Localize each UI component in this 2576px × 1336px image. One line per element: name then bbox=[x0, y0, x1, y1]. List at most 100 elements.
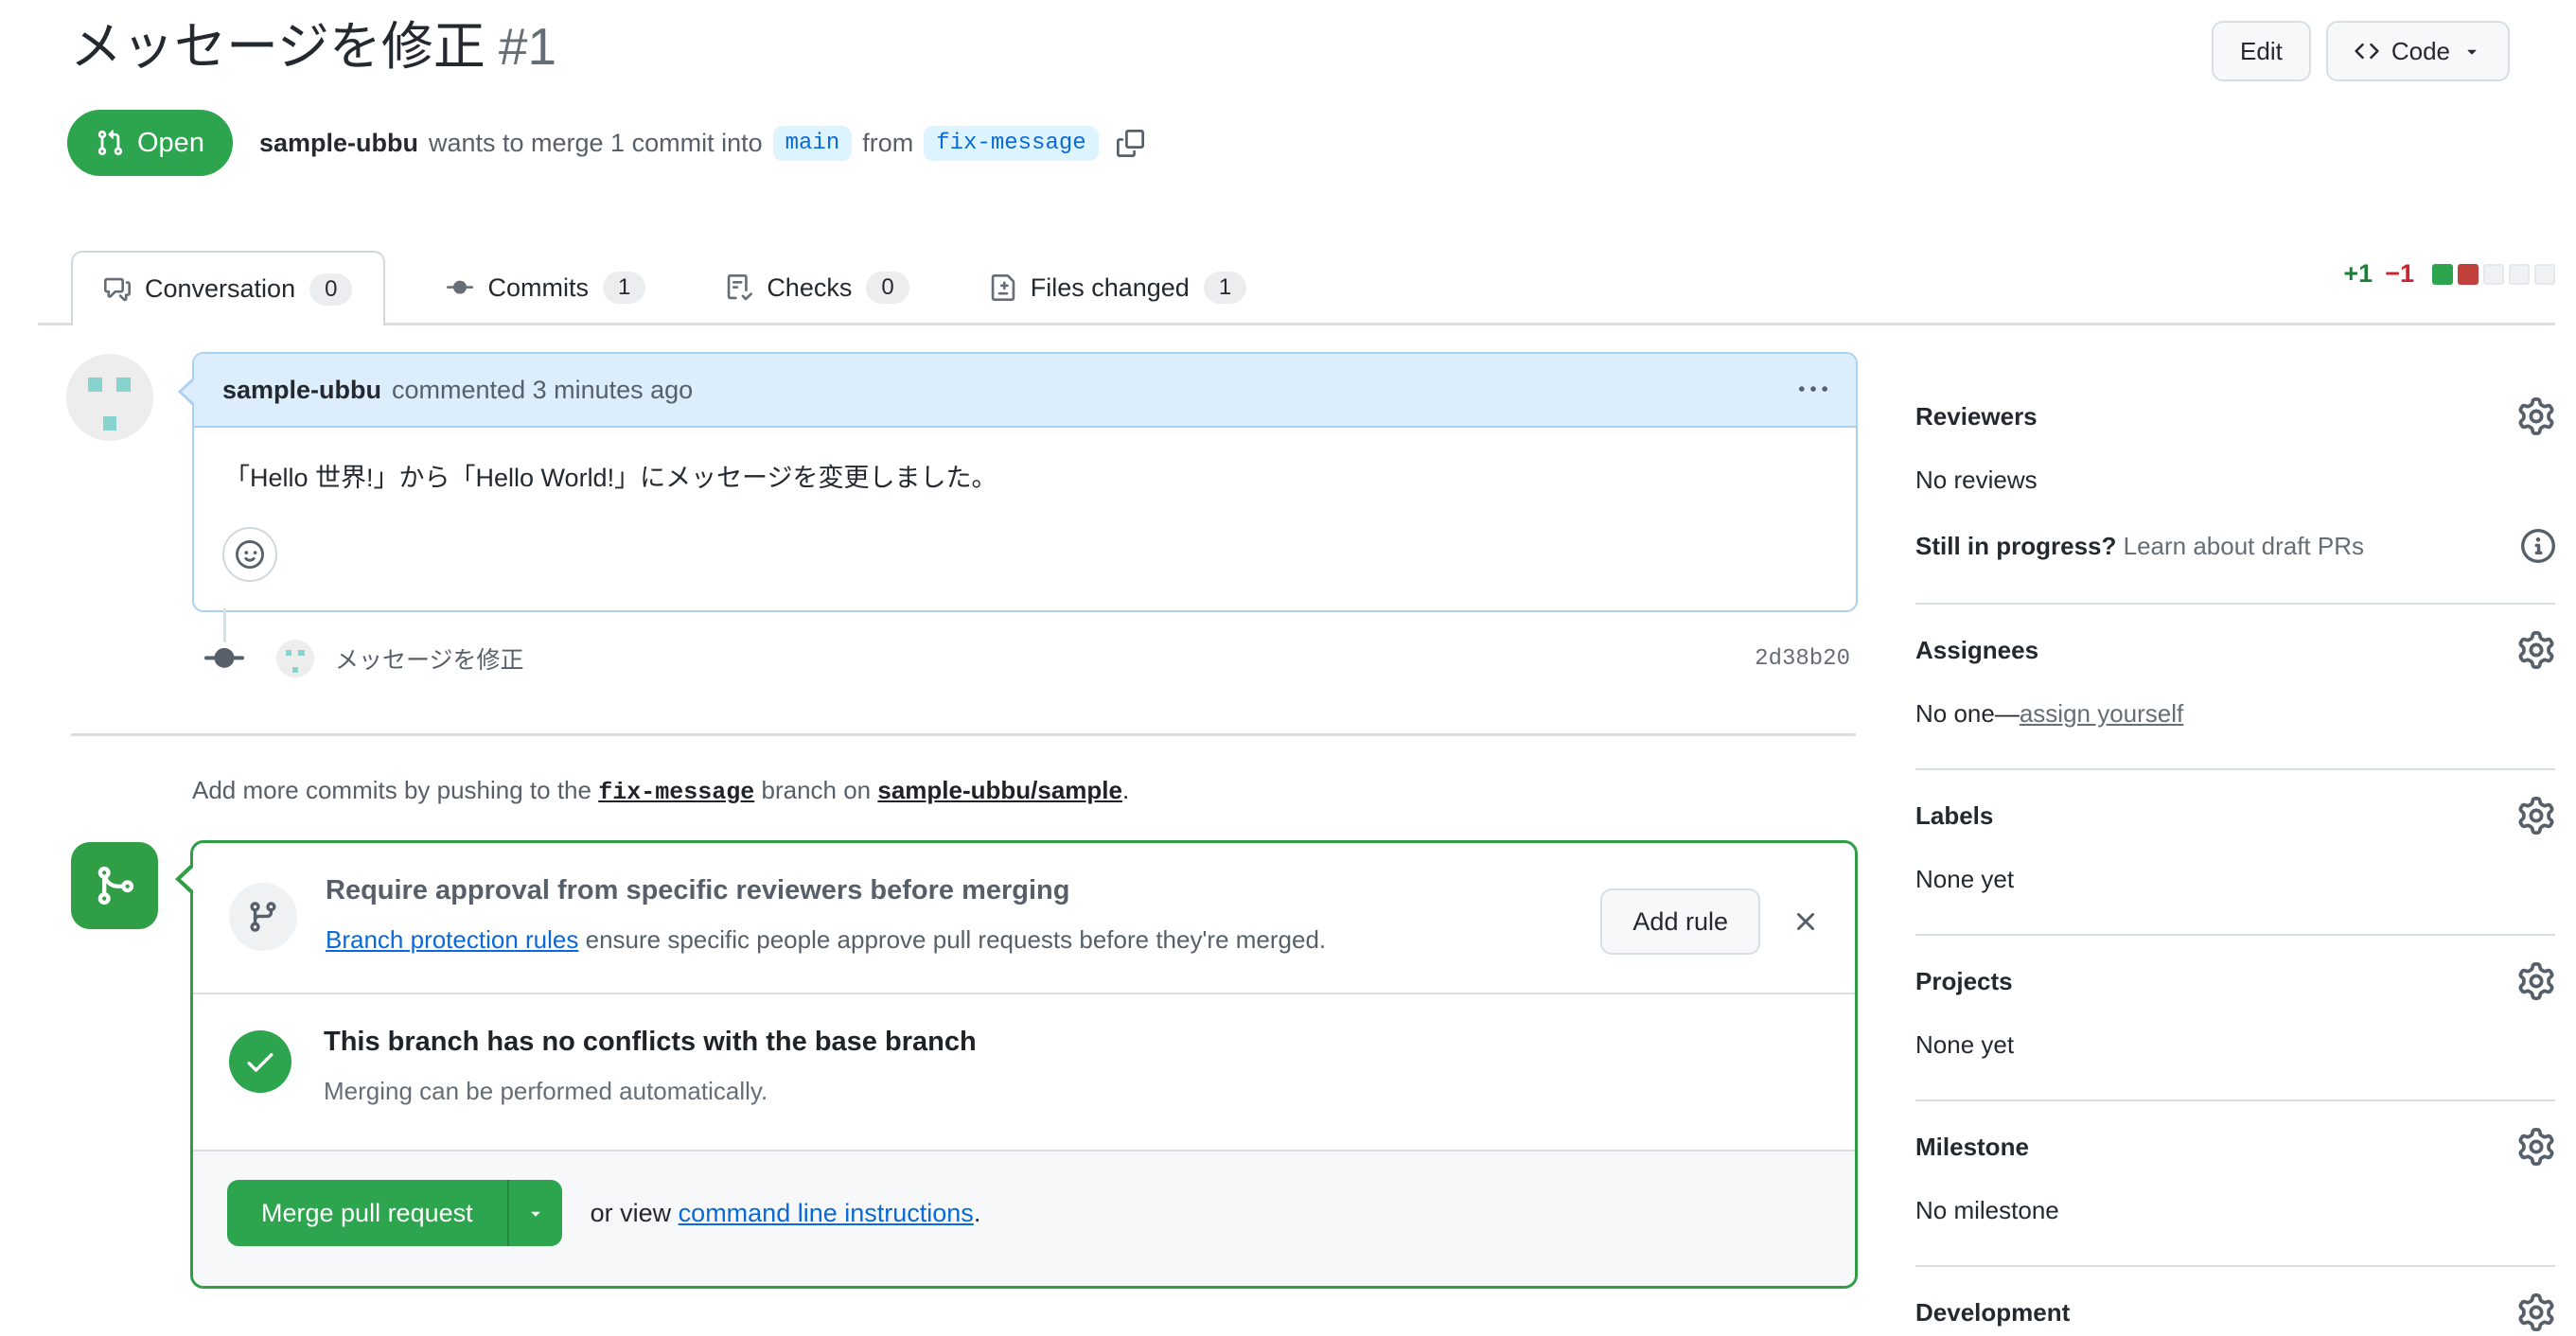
gear-icon[interactable] bbox=[2517, 1293, 2555, 1331]
branch-protection-text: Require approval from specific reviewers… bbox=[326, 875, 1572, 955]
tab-label: Checks bbox=[767, 272, 853, 302]
gear-icon[interactable] bbox=[2517, 962, 2555, 1000]
development-title[interactable]: Development bbox=[1915, 1298, 2070, 1327]
pr-tab-bar: Conversation 0 Commits 1 Checks 0 Files … bbox=[38, 250, 2555, 325]
diffstat-square-neutral bbox=[2534, 263, 2555, 285]
merge-section: Require approval from specific reviewers… bbox=[59, 840, 1858, 1290]
reviewers-empty-state: No reviews bbox=[1915, 466, 2038, 494]
sidebar-section-reviewers: Reviewers No reviews Still in progress? … bbox=[1915, 371, 2555, 605]
diffstat-deletions: −1 bbox=[2385, 259, 2414, 288]
add-rule-button[interactable]: Add rule bbox=[1600, 888, 1760, 956]
timeline-divider bbox=[71, 733, 1856, 737]
diffstat-square-neutral bbox=[2483, 263, 2504, 285]
push-note: Add more commits by pushing to the fix-m… bbox=[192, 776, 1130, 807]
close-icon[interactable] bbox=[1791, 906, 1821, 937]
projects-title[interactable]: Projects bbox=[1915, 967, 2013, 996]
labels-title[interactable]: Labels bbox=[1915, 801, 1993, 831]
tab-count: 1 bbox=[1203, 272, 1247, 304]
commit-row: メッセージを修正 2d38b20 bbox=[59, 608, 1858, 694]
comment-thread: sample-ubbu commented 3 minutes ago 「Hel… bbox=[59, 352, 1858, 613]
tab-files-changed[interactable]: Files changed 1 bbox=[971, 253, 1265, 323]
diffstat-square-neutral bbox=[2509, 263, 2530, 285]
git-commit-icon bbox=[204, 639, 244, 678]
assignees-title[interactable]: Assignees bbox=[1915, 636, 2038, 665]
merge-pull-request-button[interactable]: Merge pull request bbox=[227, 1180, 507, 1247]
merge-box: Require approval from specific reviewers… bbox=[175, 840, 1858, 1290]
comment-meta: commented 3 minutes ago bbox=[392, 375, 694, 404]
copy-icon[interactable] bbox=[1117, 130, 1144, 157]
header-actions: Edit Code bbox=[2212, 21, 2510, 81]
merge-summary: sample-ubbu wants to merge 1 commit into… bbox=[259, 125, 1144, 161]
comment-author[interactable]: sample-ubbu bbox=[222, 376, 381, 405]
sidebar-section-projects: Projects None yet bbox=[1915, 936, 2555, 1101]
status-badge: Open bbox=[67, 110, 233, 176]
commit-message-link[interactable]: メッセージを修正 bbox=[335, 642, 524, 676]
kebab-horizontal-icon[interactable] bbox=[1799, 376, 1827, 404]
sidebar-section-development: Development bbox=[1915, 1267, 2555, 1336]
commit-avatar[interactable] bbox=[276, 640, 314, 678]
merge-summary-text-1: wants to merge 1 commit into bbox=[428, 128, 763, 157]
tab-commits[interactable]: Commits 1 bbox=[428, 253, 664, 323]
push-note-branch-link[interactable]: fix-message bbox=[598, 779, 754, 806]
merge-split-button: Merge pull request bbox=[227, 1180, 562, 1247]
discussion-timeline: sample-ubbu commented 3 minutes ago 「Hel… bbox=[59, 352, 1858, 1290]
mergeability-subtitle: Merging can be performed automatically. bbox=[324, 1077, 768, 1106]
merge-options-dropdown[interactable] bbox=[506, 1180, 562, 1247]
mergeability-title: This branch has no conflicts with the ba… bbox=[324, 1027, 977, 1058]
tab-label: Conversation bbox=[145, 274, 296, 303]
assign-yourself-link[interactable]: assign yourself bbox=[2020, 699, 2183, 728]
pr-title-text: メッセージを修正 bbox=[70, 17, 485, 76]
avatar[interactable] bbox=[66, 354, 153, 441]
pr-sidebar: Reviewers No reviews Still in progress? … bbox=[1915, 371, 2555, 1336]
gear-icon[interactable] bbox=[2517, 1128, 2555, 1166]
gear-icon[interactable] bbox=[2517, 797, 2555, 835]
draft-prompt: Still in progress? bbox=[1915, 531, 2117, 560]
triangle-down-icon bbox=[526, 1204, 545, 1222]
git-commit-icon bbox=[447, 274, 473, 301]
tab-label: Commits bbox=[487, 272, 589, 302]
add-reaction-button[interactable] bbox=[222, 527, 277, 583]
chevron-down-icon bbox=[2462, 42, 2481, 61]
diffstat-additions: +1 bbox=[2343, 259, 2373, 288]
reviewers-title[interactable]: Reviewers bbox=[1915, 402, 2038, 431]
code-button[interactable]: Code bbox=[2325, 21, 2510, 81]
pull-request-page: メッセージを修正 #1 Edit Code Open sample-ubbu wa… bbox=[0, 0, 2576, 1336]
branch-protection-rules-link[interactable]: Branch protection rules bbox=[326, 925, 578, 954]
git-pull-request-icon bbox=[96, 129, 124, 157]
file-diff-icon bbox=[990, 274, 1016, 301]
mergeability-text: This branch has no conflicts with the ba… bbox=[324, 1027, 977, 1106]
branch-protection-banner: Require approval from specific reviewers… bbox=[193, 843, 1855, 993]
code-button-label: Code bbox=[2391, 36, 2450, 65]
sidebar-section-labels: Labels None yet bbox=[1915, 770, 2555, 936]
head-branch-label[interactable]: fix-message bbox=[924, 125, 1099, 161]
author-link[interactable]: sample-ubbu bbox=[259, 129, 418, 158]
tab-count: 0 bbox=[866, 272, 909, 304]
base-branch-label[interactable]: main bbox=[772, 125, 853, 161]
push-note-repo-link[interactable]: sample-ubbu/sample bbox=[877, 776, 1122, 804]
merge-actions-footer: Merge pull request or view command line … bbox=[193, 1150, 1855, 1287]
gear-icon[interactable] bbox=[2517, 397, 2555, 435]
tab-conversation[interactable]: Conversation 0 bbox=[71, 251, 386, 325]
draft-pr-row: Still in progress? Learn about draft PRs bbox=[1915, 529, 2555, 563]
diffstat-square-added bbox=[2432, 263, 2453, 285]
merge-summary-text-2: from bbox=[862, 128, 914, 157]
comment-discussion-icon bbox=[104, 276, 131, 303]
milestone-title[interactable]: Milestone bbox=[1915, 1133, 2029, 1162]
branch-protection-title: Require approval from specific reviewers… bbox=[326, 875, 1070, 906]
checklist-icon bbox=[726, 274, 752, 301]
tab-count: 1 bbox=[602, 272, 646, 304]
info-icon[interactable] bbox=[2521, 529, 2555, 563]
code-icon bbox=[2355, 39, 2379, 63]
page-title: メッセージを修正 #1 bbox=[70, 4, 556, 79]
tab-checks[interactable]: Checks 0 bbox=[707, 253, 927, 323]
cli-instructions-text: or view command line instructions. bbox=[590, 1198, 981, 1227]
projects-empty-state: None yet bbox=[1915, 1030, 2015, 1059]
sidebar-section-assignees: Assignees No one—assign yourself bbox=[1915, 605, 2555, 770]
gear-icon[interactable] bbox=[2517, 631, 2555, 669]
edit-button[interactable]: Edit bbox=[2212, 21, 2311, 81]
commit-sha-link[interactable]: 2d38b20 bbox=[1755, 646, 1850, 672]
branch-protection-description: Branch protection rules ensure specific … bbox=[326, 925, 1327, 955]
pr-status-row: Open sample-ubbu wants to merge 1 commit… bbox=[67, 110, 1144, 176]
command-line-instructions-link[interactable]: command line instructions bbox=[679, 1199, 974, 1227]
learn-about-draft-prs-link[interactable]: Learn about draft PRs bbox=[2124, 532, 2364, 560]
